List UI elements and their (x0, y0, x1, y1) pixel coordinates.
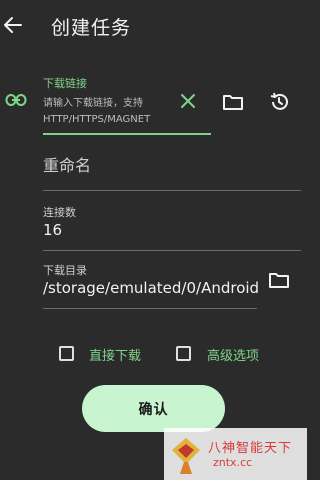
advanced-options-label[interactable]: 高级选项 (207, 345, 259, 364)
rename-input[interactable]: 重命名 (43, 152, 91, 176)
download-link-placeholder-line1: 请输入下载链接，支持 (43, 98, 143, 109)
download-link-input[interactable]: 请输入下载链接，支持 HTTP/HTTPS/MAGNET (43, 96, 173, 128)
folder-icon[interactable] (222, 92, 244, 112)
connections-underline (43, 250, 301, 251)
watermark-url: zntx.cc (213, 456, 253, 469)
download-link-label: 下载链接 (43, 77, 87, 90)
history-icon[interactable] (268, 91, 290, 113)
direct-download-checkbox[interactable] (59, 346, 74, 361)
clear-icon[interactable] (179, 92, 197, 110)
back-arrow-icon[interactable] (2, 14, 24, 36)
connections-label: 连接数 (43, 206, 76, 219)
connections-input[interactable]: 16 (43, 221, 62, 239)
folder-icon[interactable] (268, 270, 290, 290)
directory-label: 下载目录 (43, 264, 87, 277)
advanced-options-checkbox[interactable] (176, 346, 191, 361)
download-link-underline (43, 133, 211, 135)
direct-download-label[interactable]: 直接下载 (89, 345, 141, 364)
top-app-bar: 创建任务 (0, 0, 307, 52)
watermark-text: 八神智能天下 (208, 441, 293, 456)
link-icon (5, 92, 27, 108)
page-title: 创建任务 (51, 17, 132, 39)
rename-underline (43, 190, 301, 191)
confirm-button[interactable]: 确认 (82, 385, 225, 432)
directory-underline (43, 308, 257, 309)
download-link-placeholder-line2: HTTP/HTTPS/MAGNET (43, 114, 151, 125)
directory-input[interactable]: /storage/emulated/0/Android (43, 279, 259, 297)
